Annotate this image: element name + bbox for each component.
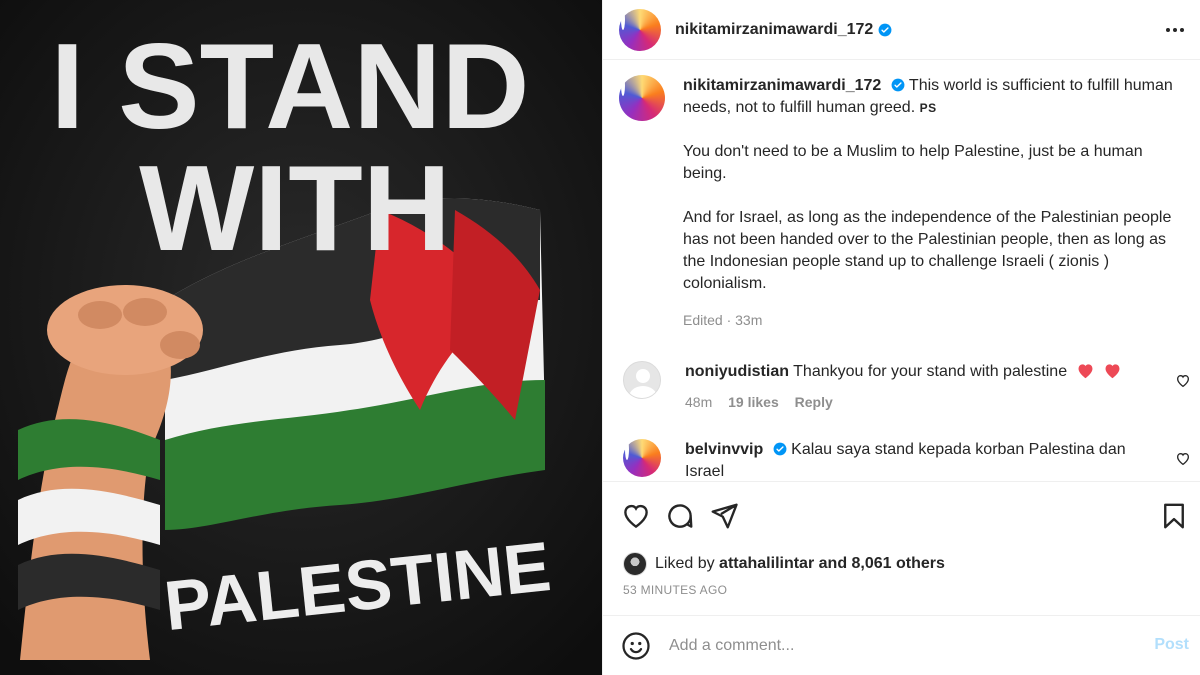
post-header: nikitamirzanimawardi_172 <box>603 0 1200 60</box>
verified-badge-icon <box>773 442 787 456</box>
comment-likes[interactable]: 19 likes <box>728 394 779 410</box>
caption-paragraph-3: And for Israel, as long as the independe… <box>683 209 1172 292</box>
commenter-avatar[interactable] <box>623 439 661 477</box>
more-options-icon[interactable] <box>1163 18 1187 42</box>
comment-item: belvinvvip Kalau saya stand kepada korba… <box>623 439 1190 481</box>
post-comment-button[interactable]: Post <box>1154 636 1189 654</box>
like-icon[interactable] <box>621 501 651 531</box>
post-image[interactable]: I STAND WITH PALESTINE <box>0 0 602 675</box>
image-text-line1: I STAND <box>51 18 530 154</box>
commenter-avatar[interactable] <box>623 361 661 399</box>
emoji-icon[interactable] <box>621 631 651 661</box>
author-username[interactable]: nikitamirzanimawardi_172 <box>675 21 873 39</box>
comments-list[interactable]: nikitamirzanimawardi_172 This world is s… <box>603 61 1200 481</box>
caption-ps: PS <box>919 101 937 115</box>
verified-badge-icon <box>891 78 905 92</box>
liker-username[interactable]: attahalilintar <box>719 555 814 573</box>
comment-time: 48m <box>685 394 713 410</box>
likes-others[interactable]: and 8,061 others <box>819 555 945 573</box>
likes-prefix: Liked by <box>655 555 715 572</box>
comment-input[interactable] <box>669 637 1129 655</box>
post-side-panel: nikitamirzanimawardi_172 nikitamirzanima… <box>602 0 1200 675</box>
add-comment-bar: Post <box>603 615 1200 675</box>
like-comment-icon[interactable] <box>1175 373 1191 389</box>
comment-username[interactable]: belvinvvip <box>685 441 763 458</box>
post-actions: Liked by attahalilintar and 8,061 others… <box>603 481 1200 675</box>
save-icon[interactable] <box>1159 501 1189 531</box>
likes-summary: Liked by attahalilintar and 8,061 others <box>623 552 945 576</box>
post-timestamp: 53 MINUTES AGO <box>623 583 728 597</box>
caption-meta: Edited · 33m <box>683 312 763 328</box>
comment-icon[interactable] <box>665 501 695 531</box>
verified-badge-icon <box>878 23 892 36</box>
comment-item: noniyudistian Thankyou for your stand wi… <box>623 361 1190 413</box>
image-text-line2: WITH <box>139 140 451 276</box>
red-heart-emoji-icon <box>1105 364 1120 379</box>
liker-avatar[interactable] <box>623 552 647 576</box>
author-avatar[interactable] <box>619 8 661 51</box>
caption-paragraph-2: You don't need to be a Muslim to help Pa… <box>683 143 1143 182</box>
post-artwork: I STAND WITH PALESTINE <box>0 0 602 675</box>
red-heart-emoji-icon <box>1078 364 1093 379</box>
like-comment-icon[interactable] <box>1175 451 1191 467</box>
reply-button[interactable]: Reply <box>795 394 833 410</box>
caption-avatar[interactable] <box>619 75 665 121</box>
comment-username[interactable]: noniyudistian <box>685 363 789 380</box>
post-caption: nikitamirzanimawardi_172 This world is s… <box>619 75 1189 331</box>
comment-text: Thankyou for your stand with palestine <box>793 363 1068 380</box>
share-icon[interactable] <box>709 501 739 531</box>
caption-username[interactable]: nikitamirzanimawardi_172 <box>683 77 881 94</box>
